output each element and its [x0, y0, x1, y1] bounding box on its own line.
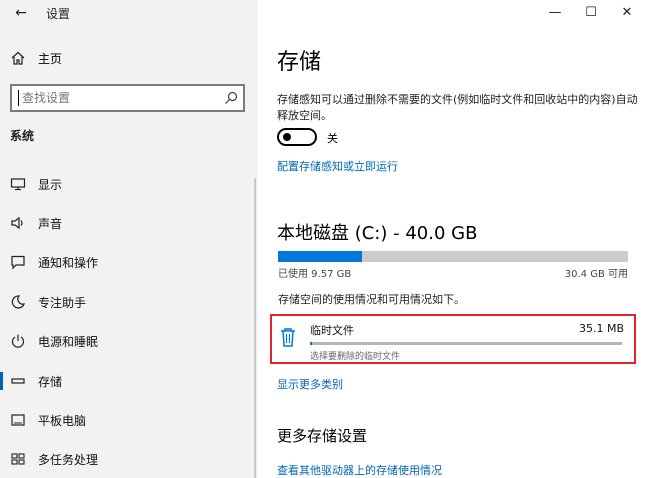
- used-space-label: 已使用 9.57 GB: [278, 269, 352, 280]
- back-button[interactable]: ←: [10, 3, 32, 23]
- configure-storage-sense-link[interactable]: 配置存储感知或立即运行: [277, 158, 398, 174]
- notification-icon: [11, 255, 25, 270]
- main-content: — ☐ ✕ 存储 存储感知可以通过删除不需要的文件(例如临时文件和回收站中的内容…: [258, 0, 650, 478]
- sidebar-item-display[interactable]: 显示: [0, 170, 258, 198]
- home-icon: [11, 51, 25, 65]
- sidebar-item-multitasking[interactable]: 多任务处理: [0, 445, 258, 473]
- search-icon: [225, 91, 238, 104]
- sidebar-scrollbar[interactable]: [254, 178, 256, 478]
- sidebar-item-label: 电源和睡眠: [38, 335, 99, 349]
- speaker-icon: [11, 216, 23, 230]
- sidebar-item-notifications[interactable]: 通知和操作: [0, 248, 258, 276]
- temp-files-hint: 选择要删除的临时文件: [310, 352, 401, 362]
- show-more-categories-link[interactable]: 显示更多类别: [277, 376, 343, 392]
- multitask-icon: [11, 453, 25, 465]
- title-bar: ← 设置: [0, 0, 258, 28]
- sidebar-item-label: 主页: [38, 52, 63, 66]
- temp-files-name: 临时文件: [310, 324, 354, 337]
- tablet-icon: [11, 414, 25, 426]
- temp-files-bar: [310, 342, 622, 345]
- sidebar-item-sound[interactable]: 声音: [0, 209, 258, 237]
- temp-files-size: 35.1 MB: [578, 322, 624, 335]
- moon-icon: [11, 295, 25, 309]
- other-drives-link[interactable]: 查看其他驱动器上的存储使用情况: [277, 462, 442, 478]
- disk-usage-bar: [278, 251, 628, 262]
- sidebar: ← 设置 主页 查找设置 系统 显示 声音 通知和操作 专注助手 电源和睡眠 存…: [0, 0, 258, 478]
- storage-sense-toggle[interactable]: [277, 128, 317, 146]
- toggle-knob: [283, 133, 291, 141]
- free-space-label: 30.4 GB 可用: [564, 269, 628, 280]
- minimize-button[interactable]: —: [540, 3, 570, 23]
- monitor-icon: [10, 178, 26, 191]
- sidebar-item-focus-assist[interactable]: 专注助手: [0, 288, 258, 316]
- storage-sense-description: 存储感知可以通过删除不需要的文件(例如临时文件和回收站中的内容)自动释放空间。: [277, 93, 638, 122]
- power-icon: [11, 334, 25, 348]
- usage-description: 存储空间的使用情况和可用情况如下。: [278, 293, 465, 306]
- sidebar-item-storage[interactable]: 存储: [0, 367, 258, 395]
- maximize-button[interactable]: ☐: [576, 3, 606, 23]
- disk-title: 本地磁盘 (C:) - 40.0 GB: [277, 223, 478, 244]
- app-title: 设置: [46, 7, 71, 21]
- sidebar-item-home[interactable]: 主页: [0, 44, 258, 72]
- search-input[interactable]: 查找设置: [10, 84, 245, 112]
- sidebar-item-label: 存储: [38, 375, 63, 389]
- more-storage-settings-title: 更多存储设置: [277, 427, 368, 445]
- section-label: 系统: [10, 129, 35, 143]
- trash-icon: [281, 328, 295, 347]
- sidebar-item-tablet[interactable]: 平板电脑: [0, 406, 258, 434]
- sidebar-item-label: 显示: [38, 178, 63, 192]
- temp-files-fill: [310, 342, 312, 345]
- search-placeholder: 查找设置: [18, 90, 70, 106]
- temp-files-item[interactable]: 临时文件 35.1 MB 选择要删除的临时文件: [270, 314, 636, 364]
- sidebar-item-label: 通知和操作: [38, 256, 99, 270]
- close-button[interactable]: ✕: [612, 3, 642, 23]
- disk-usage-fill: [278, 251, 362, 262]
- storage-icon: [11, 378, 25, 384]
- sidebar-item-label: 平板电脑: [38, 414, 87, 428]
- page-title: 存储: [277, 50, 322, 75]
- sidebar-item-label: 专注助手: [38, 296, 87, 310]
- sidebar-item-power-sleep[interactable]: 电源和睡眠: [0, 327, 258, 355]
- toggle-state-label: 关: [327, 132, 338, 145]
- active-indicator: [0, 372, 3, 390]
- sidebar-item-label: 声音: [38, 217, 63, 231]
- sidebar-item-label: 多任务处理: [38, 453, 99, 467]
